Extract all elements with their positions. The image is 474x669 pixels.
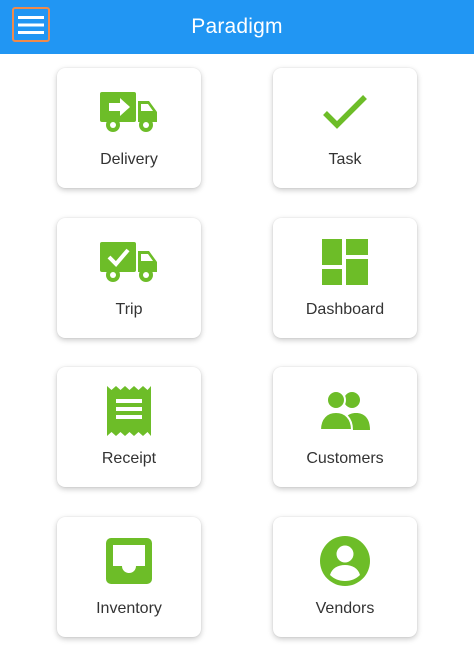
- checkmark-icon: [323, 95, 367, 129]
- delivery-truck-icon: [100, 92, 157, 132]
- receipt-tile[interactable]: Receipt: [57, 367, 201, 487]
- task-tile[interactable]: Task: [273, 68, 417, 188]
- trip-label: Trip: [115, 301, 143, 318]
- dashboard-label: Dashboard: [305, 301, 385, 318]
- customers-icon: [318, 390, 370, 431]
- dashboard-icon: [322, 239, 368, 285]
- vendors-label: Vendors: [315, 600, 375, 617]
- task-label: Task: [328, 151, 362, 168]
- vendors-tile[interactable]: Vendors: [273, 517, 417, 637]
- customers-label: Customers: [306, 450, 384, 467]
- inventory-label: Inventory: [96, 600, 162, 617]
- trip-tile[interactable]: Trip: [57, 218, 201, 338]
- inventory-tile[interactable]: Inventory: [57, 517, 201, 637]
- app-title: Paradigm: [191, 15, 283, 38]
- trip-truck-icon: [100, 242, 157, 282]
- app-header: Paradigm: [0, 0, 474, 54]
- receipt-label: Receipt: [101, 450, 157, 467]
- delivery-tile[interactable]: Delivery: [57, 68, 201, 188]
- delivery-label: Delivery: [100, 151, 158, 168]
- module-grid: Delivery Task Trip Dashboard Receipt Cus…: [0, 54, 474, 669]
- dashboard-tile[interactable]: Dashboard: [273, 218, 417, 338]
- vendors-icon: [320, 536, 370, 586]
- customers-tile[interactable]: Customers: [273, 367, 417, 487]
- inventory-icon: [106, 538, 152, 584]
- receipt-icon: [107, 386, 151, 436]
